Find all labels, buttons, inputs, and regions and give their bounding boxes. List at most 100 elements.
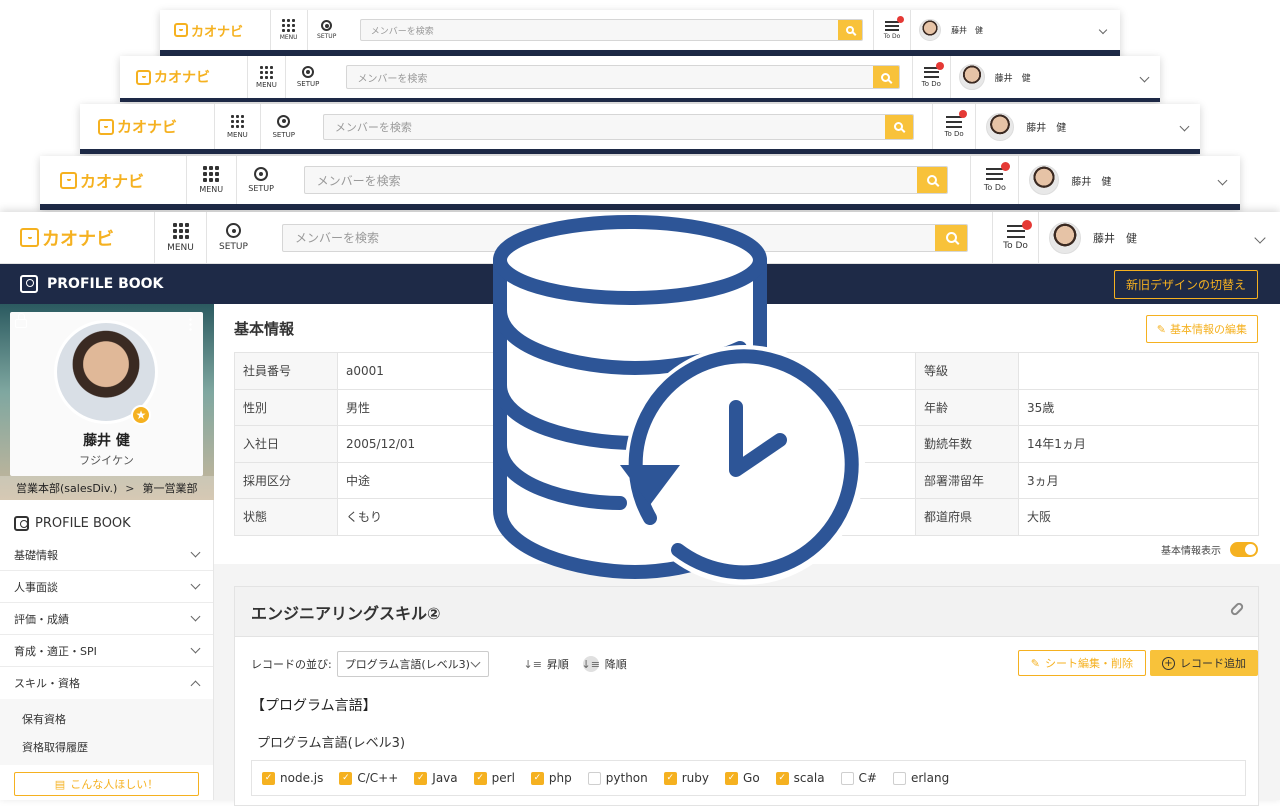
checkbox-ruby[interactable]: ✓ ruby [663, 771, 709, 785]
department-parent[interactable]: 営業本部(salesDiv.) [16, 480, 117, 496]
department-breadcrumb[interactable]: 営業本部(salesDiv.) > 第一営業部 [0, 476, 214, 500]
add-record-button[interactable]: + レコード追加 [1150, 650, 1258, 676]
checkbox-unchecked-icon [587, 771, 601, 785]
todo-button[interactable]: To Do [872, 10, 910, 50]
logo[interactable]: カオナビ [120, 67, 247, 87]
grid-icon [203, 166, 220, 182]
checkbox-python[interactable]: python [587, 771, 648, 785]
sidebar-subitem-cert-history[interactable]: 資格取得履歴 [0, 733, 213, 761]
menu-button[interactable]: MENU [247, 56, 285, 98]
logo-icon [60, 171, 77, 189]
search-button[interactable] [935, 224, 967, 251]
gear-icon [302, 66, 315, 78]
user-menu[interactable]: 藤井 健 [910, 10, 1120, 50]
field-label: 入社日 [234, 425, 338, 463]
user-menu[interactable]: 藤井 健 [949, 56, 1160, 98]
sidebar-subitem-certifications[interactable]: 保有資格 [0, 705, 213, 733]
checkbox-perl[interactable]: ✓ perl [473, 771, 515, 785]
profile-book-icon [20, 275, 38, 293]
logo-icon [20, 228, 39, 247]
grid-icon [172, 222, 189, 239]
sidebar-item-training[interactable]: 育成・適正・SPI [0, 635, 213, 667]
checkbox-php[interactable]: ✓ php [530, 771, 572, 785]
user-menu[interactable]: 藤井 健 [1018, 156, 1240, 204]
user-menu[interactable]: 藤井 健 [975, 104, 1200, 149]
profile-name: 藤井 健 [83, 433, 130, 449]
search-button[interactable] [884, 114, 913, 139]
checkbox-checked-icon: ✓ [339, 771, 353, 785]
menu-button[interactable]: MENU [154, 212, 206, 263]
sort-ascending-button[interactable]: ↓≡ 昇順 [524, 656, 569, 672]
todo-icon [885, 20, 900, 31]
search-input[interactable]: メンバーを検索 [359, 19, 863, 41]
checkbox-checked-icon: ✓ [775, 771, 789, 785]
todo-button[interactable]: To Do [970, 156, 1018, 204]
stacked-window-2: カオナビ MENU SETUP メンバーを検索 To Do 藤井 健 [80, 104, 1200, 154]
record-order-select[interactable]: プログラム言語(レベル3) [336, 651, 489, 677]
sidebar-item-interview[interactable]: 人事面談 [0, 571, 213, 603]
logo[interactable]: カオナビ [160, 21, 270, 40]
menu-button[interactable]: MENU [214, 104, 259, 149]
lock-icon[interactable] [15, 313, 27, 328]
more-options-icon[interactable] [189, 317, 192, 331]
search-button[interactable] [872, 66, 899, 88]
logo[interactable]: カオナビ [40, 168, 186, 192]
search-button[interactable] [837, 20, 862, 40]
sort-descending-button[interactable]: ↓≡ 降順 [581, 656, 627, 672]
profile-card: ★ 藤井 健 フジイケン 営業本部(salesDiv.) > 第一営業部 [0, 304, 214, 500]
sort-descending-icon: ↓≡ [581, 656, 600, 672]
search-input[interactable]: メンバーを検索 [322, 113, 914, 140]
chevron-down-icon [1139, 72, 1150, 82]
search-button[interactable] [917, 167, 948, 193]
star-icon: ★ [131, 405, 151, 425]
checkbox-go[interactable]: ✓ Go [725, 771, 760, 785]
sidebar-item-evaluation[interactable]: 評価・成績 [0, 603, 213, 635]
checkbox-c-cpp[interactable]: ✓ C/C++ [339, 771, 398, 785]
edit-basic-info-button[interactable]: ✎ 基本情報の編集 [1145, 315, 1258, 343]
logo[interactable]: カオナビ [0, 225, 154, 251]
logo[interactable]: カオナビ [80, 116, 214, 137]
pencil-icon: ✎ [1030, 656, 1040, 670]
todo-button[interactable]: To Do [911, 56, 950, 98]
search-input[interactable]: メンバーを検索 [346, 65, 900, 89]
menu-button[interactable]: MENU [185, 156, 236, 204]
want-person-button[interactable]: ▤ こんな人ほしい！ [14, 772, 199, 796]
search-input[interactable]: メンバーを検索 [303, 166, 949, 194]
pencil-icon: ✎ [1156, 323, 1166, 336]
navbar-title: PROFILE BOOK [47, 276, 164, 292]
todo-button[interactable]: To Do [931, 104, 975, 149]
checkbox-erlang[interactable]: erlang [892, 771, 949, 785]
setup-button[interactable]: SETUP [206, 212, 260, 263]
notification-dot [959, 110, 968, 118]
field-label: 勤続年数 [915, 425, 1019, 463]
chevron-right-icon: > [125, 481, 135, 495]
sidebar-item-basic[interactable]: 基礎情報 [0, 539, 213, 571]
todo-icon [986, 168, 1004, 180]
checkbox-scala[interactable]: ✓ scala [775, 771, 825, 785]
toggle-label: 基本情報表示 [1161, 546, 1221, 557]
department-child[interactable]: 第一営業部 [143, 480, 198, 496]
sidebar-item-skills[interactable]: スキル・資格 [0, 667, 213, 699]
checkbox-checked-icon: ✓ [663, 771, 677, 785]
field-label: 性別 [234, 388, 338, 426]
user-menu[interactable]: 藤井 健 [1038, 212, 1280, 263]
field-value: 35歳 [1018, 388, 1259, 426]
chevron-up-icon [190, 680, 201, 690]
checkbox-java[interactable]: ✓ Java [414, 771, 458, 785]
setup-button[interactable]: SETUP [306, 10, 346, 50]
menu-button[interactable]: MENU [269, 10, 307, 50]
field-label: 等級 [915, 352, 1019, 390]
design-switch-button[interactable]: 新旧デザインの切替え [1113, 269, 1258, 299]
profile-card-inner: ★ 藤井 健 フジイケン [10, 312, 203, 476]
checkbox-nodejs[interactable]: ✓ node.js [262, 771, 323, 785]
skill-sheet-card: エンジニアリングスキル② レコードの並び: プログラム言語(レベル3) ↓≡ 昇順… [234, 586, 1259, 806]
basic-info-display-toggle[interactable] [1230, 542, 1258, 557]
setup-button[interactable]: SETUP [284, 56, 331, 98]
todo-button[interactable]: To Do [992, 212, 1038, 263]
setup-button[interactable]: SETUP [259, 104, 307, 149]
link-icon[interactable] [1229, 601, 1245, 617]
checkbox-csharp[interactable]: C# [840, 771, 877, 785]
sheet-edit-button[interactable]: ✎ シート編集・削除 [1017, 650, 1146, 676]
avatar [986, 112, 1015, 141]
setup-button[interactable]: SETUP [235, 156, 286, 204]
